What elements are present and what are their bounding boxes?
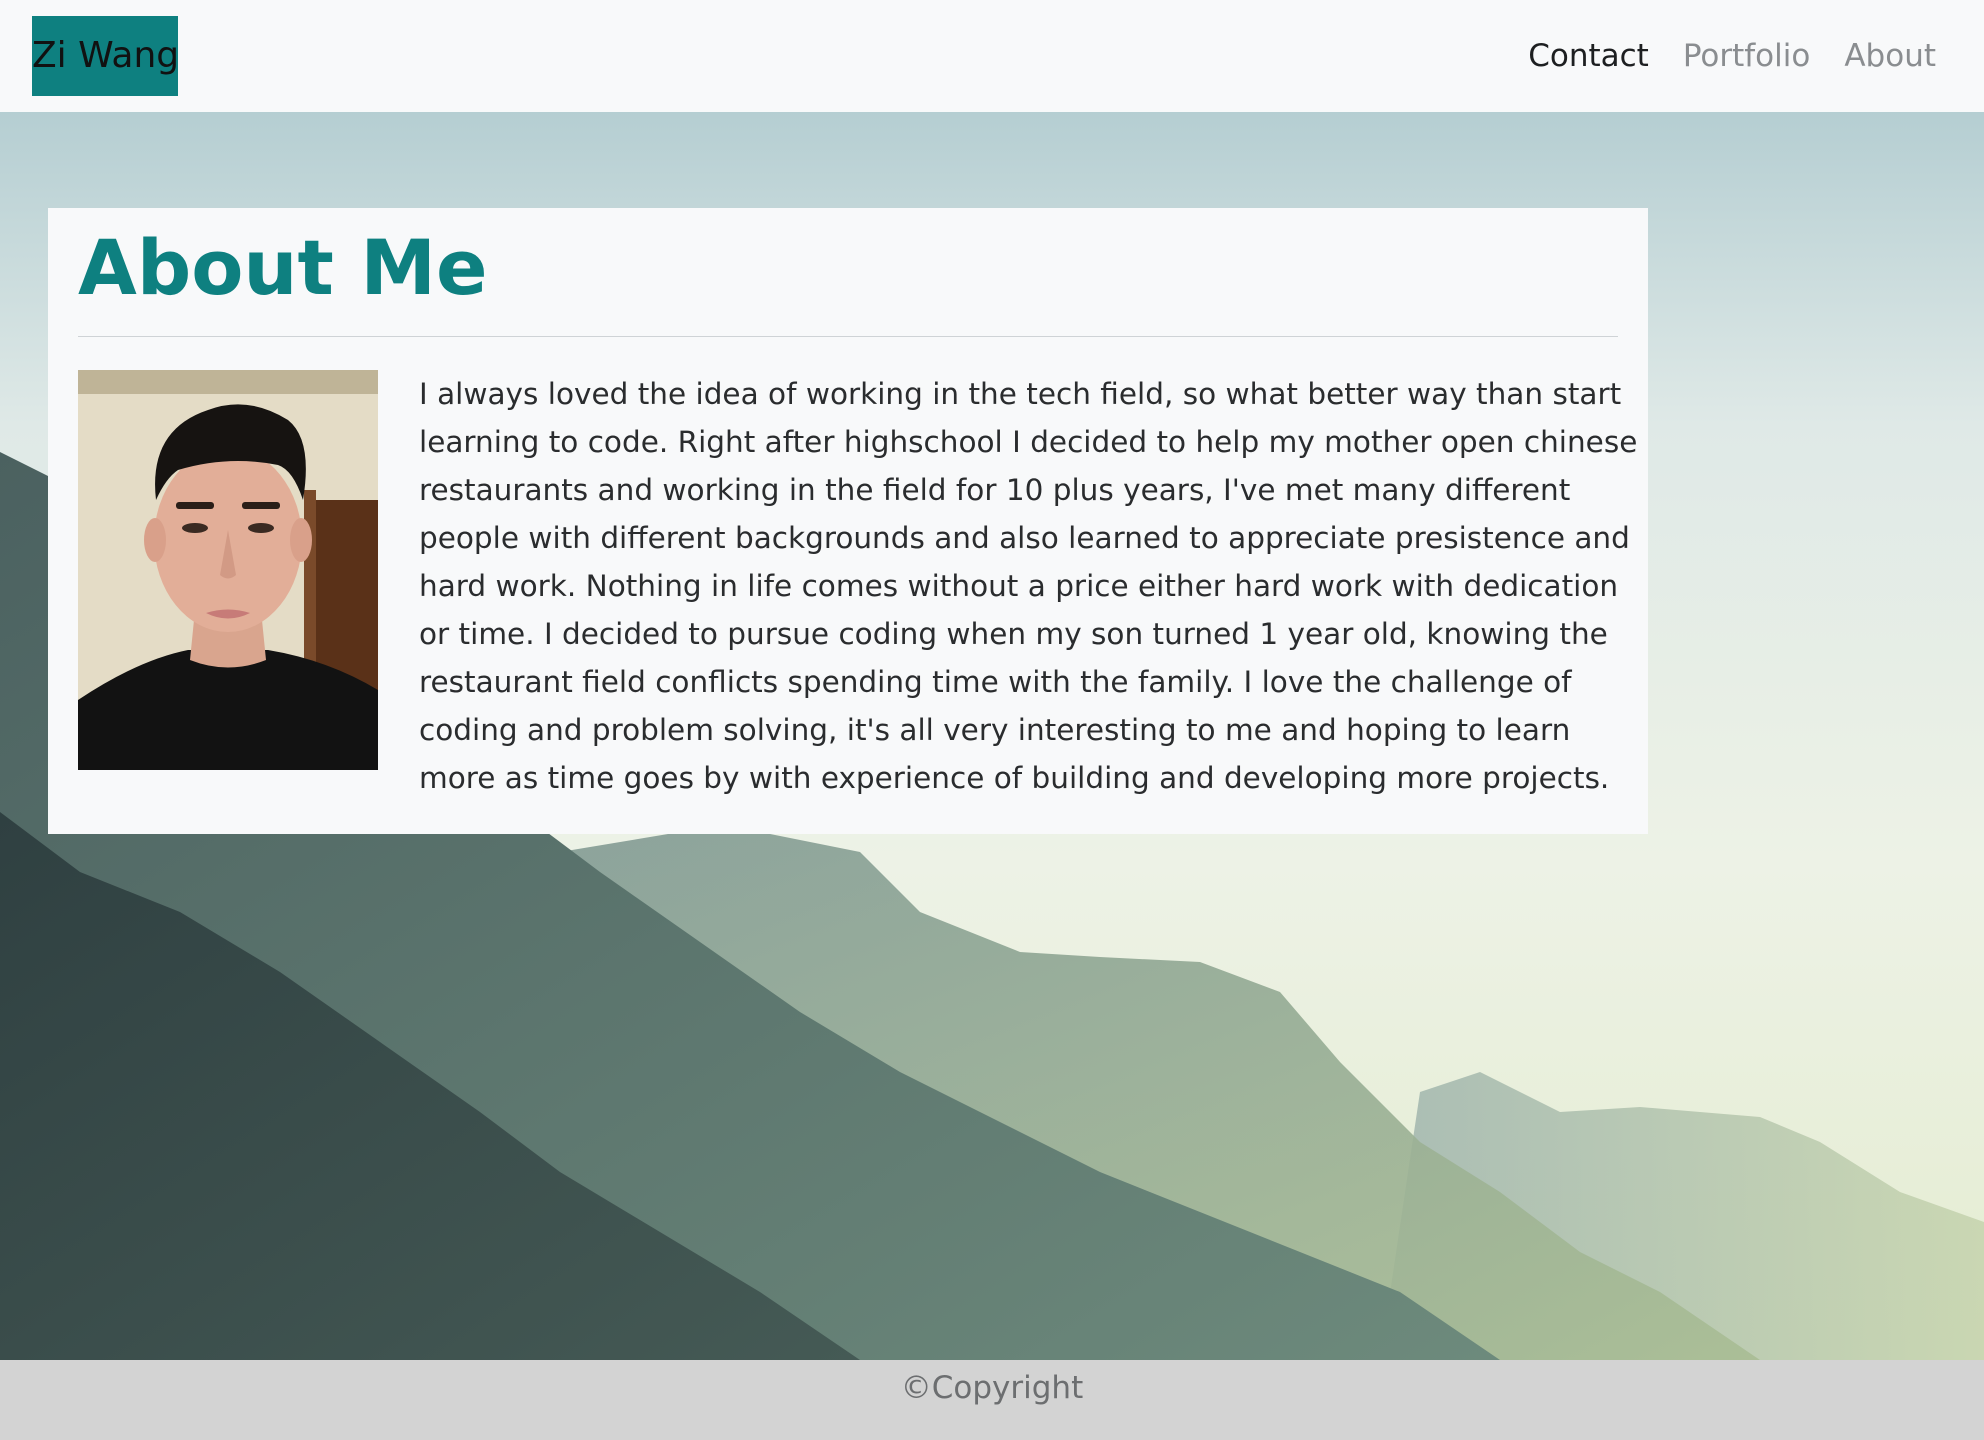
footer: ©Copyright bbox=[0, 1360, 1984, 1440]
copyright-text: ©Copyright bbox=[900, 1370, 1084, 1406]
nav-link-contact[interactable]: Contact bbox=[1528, 38, 1649, 74]
nav-link-portfolio[interactable]: Portfolio bbox=[1683, 38, 1811, 74]
nav-links: Contact Portfolio About bbox=[1528, 0, 1936, 112]
divider bbox=[78, 336, 1618, 337]
page-title: About Me bbox=[78, 223, 488, 312]
brand-link[interactable]: Zi Wang bbox=[32, 16, 179, 96]
profile-photo bbox=[78, 370, 378, 770]
about-card: About Me I always loved the idea of work… bbox=[48, 208, 1648, 834]
bio-text: I always loved the idea of working in th… bbox=[419, 377, 1638, 795]
nav-link-about[interactable]: About bbox=[1844, 38, 1936, 74]
navbar: Zi Wang Contact Portfolio About bbox=[0, 0, 1984, 112]
